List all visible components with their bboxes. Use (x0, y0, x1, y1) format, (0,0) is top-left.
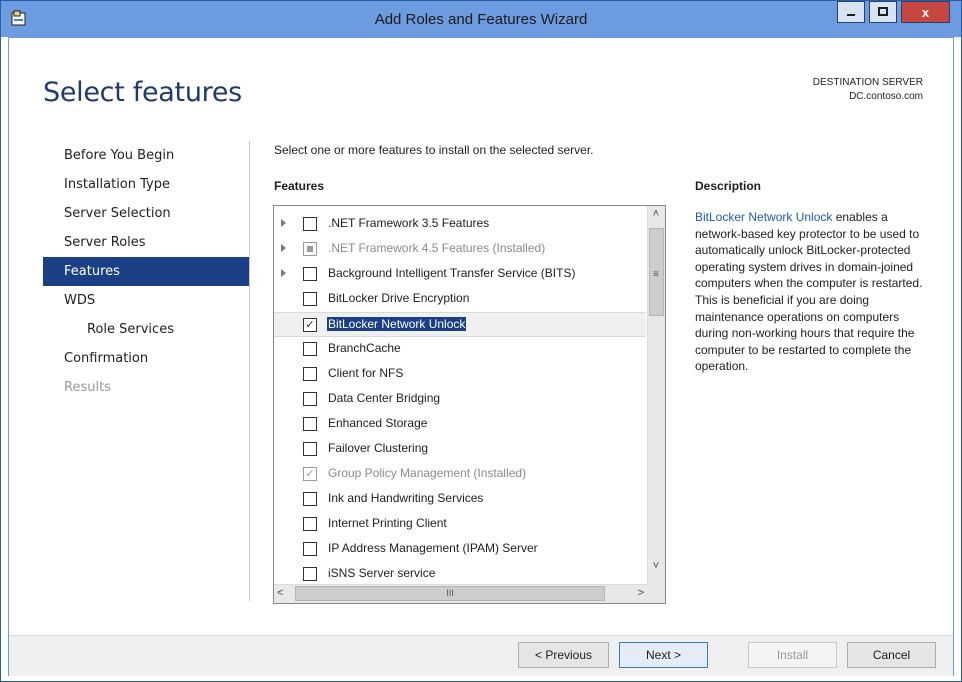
feature-label: .NET Framework 4.5 Features (Installed) (328, 241, 546, 255)
nav-divider (249, 141, 250, 601)
feature-label: BitLocker Network Unlock (327, 317, 467, 331)
description-header: Description (695, 179, 762, 193)
feature-row[interactable]: IP Address Management (IPAM) Server (274, 537, 646, 562)
feature-label: .NET Framework 3.5 Features (328, 216, 490, 230)
features-header: Features (274, 179, 325, 193)
cancel-button[interactable]: Cancel (847, 642, 936, 668)
feature-checkbox[interactable]: ✓ (303, 467, 317, 481)
feature-label: BranchCache (328, 341, 401, 355)
feature-checkbox[interactable] (303, 517, 317, 531)
feature-checkbox[interactable]: ✓ (303, 318, 317, 332)
scroll-down-arrow-icon[interactable]: ˅ (648, 560, 664, 572)
wizard-window: Add Roles and Features Wizard x Select f… (0, 0, 962, 682)
nav-item-wds[interactable]: WDS (43, 286, 249, 315)
feature-checkbox[interactable] (303, 442, 317, 456)
nav-item-server-selection[interactable]: Server Selection (43, 199, 249, 228)
vertical-scrollbar[interactable]: ˄ ≡ ˅ (647, 206, 665, 585)
feature-checkbox[interactable] (303, 417, 317, 431)
scroll-left-arrow-icon[interactable]: < (277, 587, 283, 599)
scroll-right-arrow-icon[interactable]: > (638, 587, 644, 599)
description-link[interactable]: BitLocker Network Unlock (695, 210, 832, 224)
maximize-icon (878, 7, 888, 16)
feature-row[interactable]: BitLocker Drive Encryption (274, 287, 646, 312)
feature-row[interactable]: BranchCache (274, 337, 646, 362)
feature-row[interactable]: Enhanced Storage (274, 412, 646, 437)
checkmark-icon: ✓ (305, 319, 315, 331)
feature-checkbox[interactable] (303, 342, 317, 356)
feature-checkbox[interactable] (303, 217, 317, 231)
feature-row[interactable]: Data Center Bridging (274, 387, 646, 412)
feature-label: Background Intelligent Transfer Service … (328, 266, 576, 280)
close-icon: x (921, 4, 930, 20)
install-button[interactable]: Install (748, 642, 837, 668)
expand-arrow-icon[interactable] (281, 244, 286, 252)
scroll-up-arrow-icon[interactable]: ˄ (648, 208, 664, 220)
feature-checkbox[interactable] (303, 367, 317, 381)
feature-checkbox[interactable] (303, 542, 317, 556)
window-title: Add Roles and Features Wizard (374, 11, 588, 28)
features-list[interactable]: .NET Framework 3.5 Features .NET Framewor… (273, 205, 666, 604)
feature-description: BitLocker Network Unlock enables a netwo… (695, 209, 935, 375)
feature-checkbox[interactable] (303, 567, 317, 581)
close-button[interactable]: x (901, 1, 950, 23)
feature-row[interactable]: Failover Clustering (274, 437, 646, 462)
feature-checkbox[interactable] (303, 292, 317, 306)
wizard-steps-nav: Before You Begin Installation Type Server … (43, 141, 249, 402)
horizontal-scroll-thumb[interactable]: III (295, 586, 605, 601)
grip-icon: ≡ (653, 269, 659, 280)
feature-checkbox[interactable] (303, 267, 317, 281)
feature-label: Enhanced Storage (328, 416, 428, 430)
features-rows: .NET Framework 3.5 Features .NET Framewor… (274, 212, 646, 587)
feature-row[interactable]: Internet Printing Client (274, 512, 646, 537)
title-bar[interactable]: Add Roles and Features Wizard x (1, 1, 961, 37)
horizontal-scrollbar[interactable]: < III > (274, 584, 647, 603)
destination-server-label: DESTINATION SERVER (812, 77, 923, 88)
nav-item-server-roles[interactable]: Server Roles (43, 228, 249, 257)
minimize-icon (847, 14, 855, 16)
nav-item-results: Results (64, 380, 111, 395)
feature-row[interactable]: ✓ Group Policy Management (Installed) (274, 462, 646, 487)
destination-server-name: DC.contoso.com (849, 91, 923, 102)
feature-label: Failover Clustering (328, 441, 429, 455)
nav-item-confirmation[interactable]: Confirmation (43, 344, 249, 373)
vertical-scroll-thumb[interactable]: ≡ (649, 228, 664, 316)
feature-row[interactable]: Client for NFS (274, 362, 646, 387)
feature-label: Group Policy Management (Installed) (328, 466, 527, 480)
expand-arrow-icon[interactable] (281, 219, 286, 227)
feature-label: BitLocker Drive Encryption (328, 291, 470, 305)
nav-item-installation-type[interactable]: Installation Type (43, 170, 249, 199)
next-button[interactable]: Next > (619, 642, 708, 668)
feature-checkbox[interactable] (303, 242, 317, 256)
feature-row[interactable]: Background Intelligent Transfer Service … (274, 262, 646, 287)
feature-label: iSNS Server service (328, 566, 436, 580)
feature-row[interactable]: ✓ BitLocker Network Unlock (274, 312, 646, 337)
feature-checkbox[interactable] (303, 492, 317, 506)
nav-item-role-services[interactable]: Role Services (43, 315, 249, 344)
feature-row[interactable]: Ink and Handwriting Services (274, 487, 646, 512)
partial-check-icon (307, 246, 313, 252)
expand-arrow-icon[interactable] (281, 269, 286, 277)
feature-label: IP Address Management (IPAM) Server (328, 541, 538, 555)
previous-button[interactable]: < Previous (518, 642, 609, 668)
scrollbar-corner (647, 584, 665, 603)
maximize-button[interactable] (869, 1, 897, 23)
minimize-button[interactable] (837, 1, 865, 23)
feature-label: Data Center Bridging (328, 391, 441, 405)
feature-label: Client for NFS (328, 366, 404, 380)
feature-label: Ink and Handwriting Services (328, 491, 484, 505)
nav-item-features[interactable]: Features (43, 257, 249, 286)
description-text: enables a network-based key protector to… (695, 210, 923, 374)
instruction-text: Select one or more features to install o… (274, 143, 594, 157)
feature-label: Internet Printing Client (328, 516, 447, 530)
nav-item-before-you-begin[interactable]: Before You Begin (43, 141, 249, 170)
checkmark-icon: ✓ (305, 468, 315, 480)
feature-row[interactable]: .NET Framework 4.5 Features (Installed) (274, 237, 646, 262)
page-title: Select features (43, 77, 242, 108)
grip-icon: III (446, 588, 454, 598)
feature-row[interactable]: .NET Framework 3.5 Features (274, 212, 646, 237)
feature-checkbox[interactable] (303, 392, 317, 406)
